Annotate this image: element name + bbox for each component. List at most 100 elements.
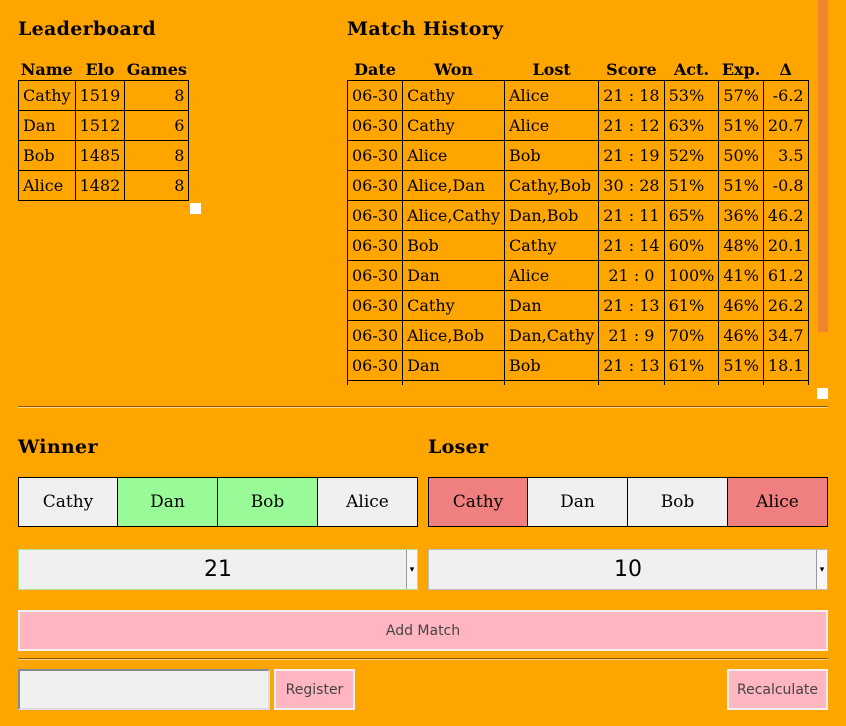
player-name-input[interactable]	[18, 669, 270, 710]
history-cell: 18.1	[762, 350, 809, 381]
history-cell: 06-30	[347, 350, 404, 381]
history-cell: 06-30	[347, 230, 404, 261]
loser-player-dan-button[interactable]: Dan	[528, 477, 628, 527]
history-cell: 51%	[718, 170, 764, 201]
history-cell: 63%	[663, 110, 720, 141]
history-cell: Alice,Dan	[402, 170, 505, 201]
leaderboard-cell: 1482	[74, 170, 126, 201]
history-cell: 60%	[663, 230, 720, 261]
loser-player-group: Cathy Dan Bob Alice	[428, 477, 828, 527]
history-cell: 34.7	[762, 320, 809, 351]
history-cell: 06-30	[347, 80, 404, 111]
leaderboard-title: Leaderboard	[18, 18, 157, 40]
leaderboard-resize-handle[interactable]	[190, 203, 201, 214]
history-cell: 36%	[718, 200, 764, 231]
history-row: 06-30 Cathy Alice 21 : 12 63% 51% 20.7	[347, 110, 809, 141]
match-history-title: Match History	[347, 18, 504, 40]
history-cell: 20.1	[762, 230, 809, 261]
winner-player-dan-button[interactable]: Dan	[118, 477, 218, 527]
winner-title: Winner	[18, 436, 98, 458]
winner-score-value: 21	[204, 557, 232, 582]
history-row: 06-30 Alice Bob 21 : 19 52% 50% 3.5	[347, 140, 809, 171]
leaderboard-row: Bob 1485 8	[18, 140, 190, 171]
loser-player-bob-button[interactable]: Bob	[628, 477, 728, 527]
leaderboard-cell: 8	[124, 80, 190, 111]
history-cell: Cathy	[402, 290, 505, 321]
loser-player-cathy-button[interactable]: Cathy	[428, 477, 528, 527]
page-scrollbar[interactable]	[818, 0, 828, 332]
history-col-header: Score	[606, 59, 657, 79]
history-cell: 70%	[663, 320, 720, 351]
history-cell	[598, 380, 665, 385]
divider	[18, 658, 828, 660]
history-cell: 21 : 13	[598, 290, 665, 321]
loser-score-select[interactable]: 10 ▾	[428, 549, 828, 590]
history-header-row: Date Won Lost Score Act. Exp. Δ	[348, 58, 809, 81]
dropdown-arrow-icon[interactable]: ▾	[816, 550, 827, 589]
history-resize-handle[interactable]	[817, 388, 828, 399]
history-cell: 46.2	[762, 200, 809, 231]
history-cell: 21 : 9	[598, 320, 665, 351]
recalculate-button[interactable]: Recalculate	[727, 669, 828, 710]
winner-player-cathy-button[interactable]: Cathy	[18, 477, 118, 527]
history-cell: Cathy	[402, 110, 505, 141]
history-cell: 61%	[663, 350, 720, 381]
history-cell: Bob	[402, 230, 505, 261]
history-row: 06-30 Alice,Cathy Dan,Bob 21 : 11 65% 36% 46.2	[347, 200, 809, 231]
winner-player-bob-button[interactable]: Bob	[218, 477, 318, 527]
history-cell	[503, 380, 600, 385]
history-cell: 46%	[718, 320, 764, 351]
leaderboard-header-row: Name Elo Games	[19, 58, 189, 81]
leaderboard-cell: 8	[124, 170, 190, 201]
history-cell: Cathy	[402, 80, 505, 111]
history-cell: 21 : 18	[598, 80, 665, 111]
history-cell: 06-30	[347, 290, 404, 321]
add-match-button[interactable]: Add Match	[18, 610, 828, 651]
history-cell: 21 : 14	[598, 230, 665, 261]
winner-score-select[interactable]: 21 ▾	[18, 549, 418, 590]
match-history-scroll-area[interactable]: Date Won Lost Score Act. Exp. Δ 06-30 Cathy Alic…	[347, 58, 817, 385]
history-cell: 06-30	[347, 140, 404, 171]
history-cell: Dan	[402, 350, 505, 381]
dropdown-arrow-icon[interactable]: ▾	[406, 550, 417, 589]
history-cell: 21 : 12	[598, 110, 665, 141]
divider	[18, 406, 828, 408]
leaderboard-cell: Dan	[18, 110, 76, 141]
history-cell: 48%	[718, 230, 764, 261]
leaderboard-cell: 8	[124, 140, 190, 171]
register-button[interactable]: Register	[274, 669, 355, 710]
winner-player-alice-button[interactable]: Alice	[318, 477, 418, 527]
history-cell: 26.2	[762, 290, 809, 321]
history-col-header: Δ	[779, 59, 792, 79]
history-cell: 61%	[663, 290, 720, 321]
history-col-header: Date	[354, 59, 396, 79]
loser-score-value: 10	[614, 557, 642, 582]
history-cell	[663, 380, 720, 385]
loser-player-alice-button[interactable]: Alice	[728, 477, 828, 527]
winner-player-group: Cathy Dan Bob Alice	[18, 477, 418, 527]
leaderboard-row: Alice 1482 8	[18, 170, 190, 201]
history-cell: Cathy	[503, 230, 600, 261]
history-cell: 06-30	[347, 200, 404, 231]
leaderboard-table: Name Elo Games Cathy 1519 8 Dan 1512 6 Bob 1485 8 A…	[18, 58, 190, 201]
history-cell: 21 : 13	[598, 350, 665, 381]
history-row: 06-30 Dan Bob 21 : 13 61% 51% 18.1	[347, 350, 809, 381]
history-cell: 21 : 19	[598, 140, 665, 171]
leaderboard-row: Dan 1512 6	[18, 110, 190, 141]
leaderboard-cell: Bob	[18, 140, 76, 171]
history-cell: 06-30	[347, 170, 404, 201]
leaderboard-cell: Alice	[18, 170, 76, 201]
history-cell: 51%	[663, 170, 720, 201]
history-cell: 30 : 28	[598, 170, 665, 201]
history-cell: Dan	[402, 260, 505, 291]
history-cell: Bob	[503, 350, 600, 381]
leaderboard-col-header: Games	[126, 59, 187, 79]
history-cell: 51%	[718, 350, 764, 381]
leaderboard-col-header: Name	[20, 59, 73, 79]
history-cell	[402, 380, 505, 385]
leaderboard-cell: 1512	[74, 110, 126, 141]
history-cell: 61.2	[762, 260, 809, 291]
match-history-table: Date Won Lost Score Act. Exp. Δ 06-30 Cathy Alic…	[347, 58, 809, 385]
history-row: 06-30 Bob Cathy 21 : 14 60% 48% 20.1	[347, 230, 809, 261]
history-cell: Dan	[503, 290, 600, 321]
